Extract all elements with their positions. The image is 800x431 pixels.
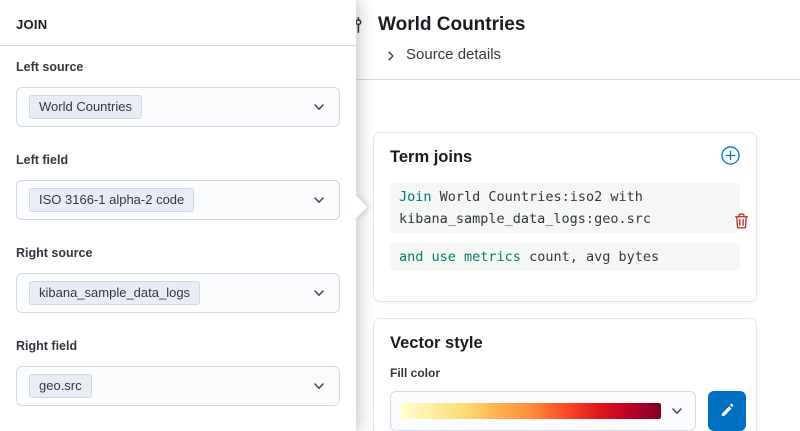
join-value: World Countries:iso2 with kibana_sample_… <box>399 189 651 227</box>
left-source-select[interactable]: World Countries <box>16 87 340 127</box>
source-details-accordion[interactable]: Source details <box>385 46 501 63</box>
left-source-value: World Countries <box>29 95 142 119</box>
term-joins-card: Term joins Join World Countries:iso2 wit… <box>374 133 756 301</box>
plus-in-circle-icon <box>721 146 740 168</box>
left-field-select[interactable]: ISO 3166-1 alpha-2 code <box>16 180 340 220</box>
right-source-select[interactable]: kibana_sample_data_logs <box>16 273 340 313</box>
join-expression-group: Join World Countries:iso2 with kibana_sa… <box>390 183 740 271</box>
right-field-label: Right field <box>16 337 340 356</box>
metrics-expression[interactable]: and use metrics count, avg bytes <box>390 243 740 271</box>
layer-settings-panel: World Countries Source details Term join… <box>356 0 800 431</box>
fill-color-label: Fill color <box>390 365 740 381</box>
chevron-down-icon <box>311 378 327 394</box>
join-popover: JOIN Left source World Countries Left fi… <box>0 0 356 431</box>
left-source-row: Left source World Countries <box>16 58 340 127</box>
right-field-value: geo.src <box>29 374 92 398</box>
left-field-value: ISO 3166-1 alpha-2 code <box>29 188 194 212</box>
chevron-down-icon <box>669 403 685 419</box>
trash-icon <box>733 212 750 232</box>
edit-fill-color-button[interactable] <box>708 391 746 431</box>
chevron-down-icon <box>311 192 327 208</box>
metrics-keyword: and use metrics <box>399 249 521 265</box>
fill-color-ramp-select[interactable] <box>390 391 696 431</box>
vector-style-heading: Vector style <box>390 333 740 353</box>
join-keyword: Join <box>399 189 432 205</box>
delete-join-button[interactable] <box>732 213 750 231</box>
layer-title: World Countries <box>378 13 784 37</box>
right-source-label: Right source <box>16 244 340 263</box>
layer-header: World Countries Source details <box>356 0 800 80</box>
left-source-label: Left source <box>16 58 340 77</box>
right-source-value: kibana_sample_data_logs <box>29 281 200 305</box>
source-details-label: Source details <box>406 46 501 63</box>
left-field-row: Left field ISO 3166-1 alpha-2 code <box>16 151 340 220</box>
maps-layer-settings-screen: World Countries Source details Term join… <box>0 0 800 431</box>
color-ramp <box>401 403 661 419</box>
term-joins-heading: Term joins <box>390 147 472 167</box>
vector-style-card: Vector style Fill color <box>374 319 756 431</box>
chevron-right-icon <box>385 49 397 61</box>
right-field-row: Right field geo.src <box>16 337 340 406</box>
right-source-row: Right source kibana_sample_data_logs <box>16 244 340 313</box>
join-expression[interactable]: Join World Countries:iso2 with kibana_sa… <box>390 183 740 233</box>
pencil-icon <box>720 403 734 420</box>
chevron-down-icon <box>311 99 327 115</box>
left-field-label: Left field <box>16 151 340 170</box>
right-field-select[interactable]: geo.src <box>16 366 340 406</box>
metrics-value: count, avg bytes <box>529 249 659 265</box>
add-join-button[interactable] <box>720 147 740 167</box>
chevron-down-icon <box>311 285 327 301</box>
join-popover-title: JOIN <box>0 0 356 45</box>
